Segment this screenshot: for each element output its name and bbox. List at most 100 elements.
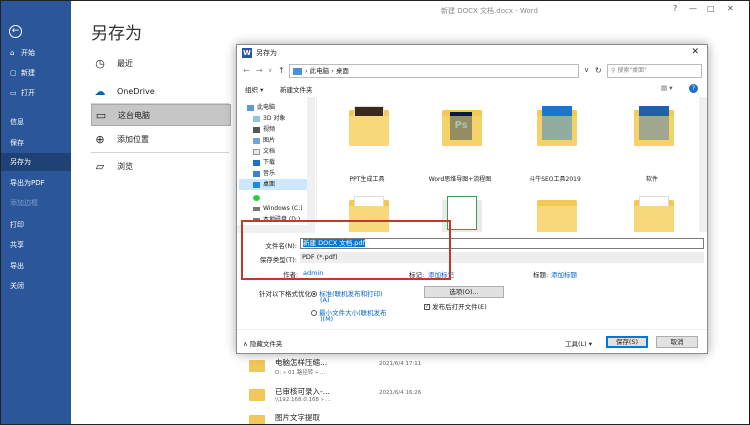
optimize-options: 针对以下格式优化: 标准(联机发布和打印) (A) 最小文件大小(联机发布 )(… (237, 285, 707, 325)
home-icon: ⌂ (10, 49, 15, 57)
folder-item[interactable]: PPT生成工具 (337, 102, 397, 183)
dialog-toolbar: 组织 ▾ 新建文件夹 ▤ ▾ ? (237, 82, 707, 96)
nav-label: 打开 (21, 89, 35, 97)
back-arrow-icon[interactable]: ← (9, 25, 22, 38)
view-options-icon[interactable]: ▤ ▾ (661, 84, 672, 92)
location-browse[interactable]: ▱ 浏览 (91, 155, 231, 177)
nav-close[interactable]: 关闭 (1, 277, 71, 295)
location-label: 这台电脑 (118, 110, 150, 120)
folder-icon (249, 389, 265, 401)
folder-item[interactable]: 斗牛SEO工具2019 (525, 102, 585, 183)
breadcrumb-item[interactable]: 此电脑 (310, 67, 330, 75)
hide-folders-toggle[interactable]: ∧ 隐藏文件夹 (243, 338, 282, 348)
breadcrumb-item[interactable]: 桌面 (336, 67, 349, 75)
backstage-nav: ← ⌂ 开始 ▢ 新建 ▭ 打开 信息 保存 另存为 导出为PDF 添加边框 打印 共… (1, 1, 71, 424)
nav-add-border: 添加边框 (10, 199, 38, 207)
organize-button[interactable]: 组织 ▾ (245, 84, 263, 94)
recent-folder-item[interactable]: 图片文字提取 (249, 411, 449, 424)
nav-save[interactable]: 保存 (1, 134, 71, 152)
word-window: ← ⌂ 开始 ▢ 新建 ▭ 打开 信息 保存 另存为 导出为PDF 添加边框 打印 共… (0, 0, 750, 425)
hide-folders-label: 隐藏文件夹 (249, 340, 283, 348)
clock-icon: ◷ (95, 56, 105, 70)
divider (91, 152, 229, 153)
location-recent[interactable]: ◷ 最近 (91, 52, 231, 74)
recent-path: D: » 01 路径转 » ... (275, 370, 326, 376)
up-arrow-icon[interactable]: ↑ (278, 66, 285, 75)
location-label: 添加位置 (117, 134, 149, 144)
close-icon[interactable]: ✕ (691, 47, 699, 57)
recent-date: 2021/6/4 17:11 (379, 361, 422, 367)
tree-label: 视频 (263, 126, 276, 133)
folder-item[interactable]: 软件 (622, 102, 682, 183)
folder-label: PPT生成工具 (349, 176, 385, 183)
chevron-up-icon: ∧ (243, 340, 248, 348)
close-window-button[interactable]: ✕ (727, 4, 734, 13)
help-icon[interactable]: ? (689, 84, 698, 93)
folder-item[interactable] (622, 192, 682, 232)
tree-scrollbar[interactable] (307, 97, 315, 225)
location-add-place[interactable]: ⊕ 添加位置 (91, 128, 231, 150)
cloud-icon: ☁ (94, 84, 106, 98)
recent-name: 已审核可录入-... (275, 387, 330, 396)
folder-front (442, 116, 482, 146)
nav-info[interactable]: 信息 (1, 113, 71, 131)
help-button[interactable]: ? (673, 4, 677, 13)
folder-front (537, 116, 577, 146)
folder-label: 斗牛SEO工具2019 (529, 176, 581, 183)
folder-label: Word思维导图+流程图 (428, 176, 492, 183)
folder-preview (447, 196, 477, 230)
address-bar-row: ← → ∨ ↑ › 此电脑 › 桌面 ∨ ↻ ⚲ 搜索"桌面" (237, 61, 707, 81)
nav-export-pdf[interactable]: 导出为PDF (1, 174, 71, 192)
chevron-down-icon[interactable]: ∨ (584, 66, 589, 74)
tree-item-desktop[interactable]: 桌面 (239, 179, 307, 190)
folder-icon (249, 415, 265, 424)
nav-share[interactable]: 共享 (1, 236, 71, 254)
minimize-button[interactable]: — (689, 4, 697, 13)
folder-front (634, 206, 674, 232)
video-icon (253, 126, 260, 133)
folder-item[interactable]: Ps Word思维导图+流程图 (429, 102, 491, 183)
forward-arrow-icon[interactable]: → (256, 66, 263, 75)
computer-icon (247, 104, 254, 111)
title-label: 标题: (533, 271, 549, 279)
address-input[interactable]: › 此电脑 › 桌面 (289, 64, 579, 78)
location-onedrive[interactable]: ☁ OneDrive (91, 80, 231, 102)
tools-dropdown[interactable]: 工具(L) ▾ (565, 338, 592, 348)
nav-new[interactable]: ▢ 新建 (1, 64, 71, 82)
tree-label: 文档 (263, 148, 276, 155)
cancel-button[interactable]: 取消 (656, 336, 698, 348)
refresh-icon[interactable]: ↻ (595, 66, 602, 75)
new-folder-button[interactable]: 新建文件夹 (280, 84, 313, 94)
folder-front (537, 206, 577, 232)
maximize-button[interactable]: □ (707, 4, 715, 13)
files-scrollbar[interactable] (699, 97, 707, 232)
nav-print[interactable]: 打印 (1, 216, 71, 234)
recent-folder-item[interactable]: 已审核可录入-... \\192.168.0.168 » ... 2021/6/… (249, 385, 449, 407)
open-after-publish[interactable]: ✓ 发布后打开文件(E) (424, 301, 487, 311)
search-input[interactable]: ⚲ 搜索"桌面" (607, 64, 702, 78)
nav-open[interactable]: ▭ 打开 (1, 84, 71, 102)
save-button[interactable]: 保存(S) (606, 336, 648, 348)
dialog-footer: ∧ 隐藏文件夹 工具(L) ▾ 保存(S) 取消 (237, 329, 707, 354)
highlight-box (241, 220, 451, 280)
nav-save-as[interactable]: 另存为 (1, 153, 71, 171)
desktop-icon (253, 181, 260, 188)
folder-item[interactable] (525, 192, 585, 232)
word-icon: W (242, 48, 252, 58)
nav-home[interactable]: ⌂ 开始 (1, 44, 71, 62)
nav-export[interactable]: 导出 (1, 257, 71, 275)
title-input[interactable]: 添加标题 (551, 269, 577, 279)
tree-item-this-pc[interactable]: 此电脑 (247, 102, 315, 113)
folder-icon (249, 360, 265, 372)
back-arrow-icon[interactable]: ← (243, 66, 250, 75)
location-this-pc[interactable]: ▭ 这台电脑 (91, 104, 231, 126)
tree-label: 下载 (263, 159, 276, 166)
picture-icon (253, 137, 260, 144)
options-button[interactable]: 选项(O)... (424, 286, 504, 298)
drive-icon (253, 206, 260, 211)
optimize-label: 针对以下格式优化: (259, 290, 314, 298)
recent-folder-item[interactable]: 电脑怎样压缩... D: » 01 路径转 » ... 2021/6/4 17:… (249, 356, 449, 378)
checkbox-checked-icon: ✓ (424, 304, 430, 310)
dialog-title: 另存为 (256, 49, 277, 57)
chevron-down-icon[interactable]: ∨ (268, 67, 272, 74)
